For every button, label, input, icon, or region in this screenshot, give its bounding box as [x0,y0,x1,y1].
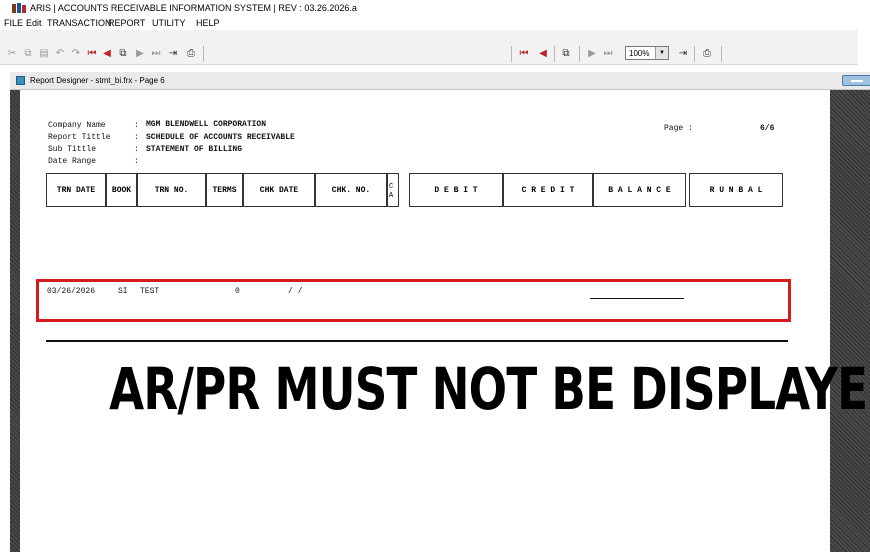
toolbar-separator [579,46,580,62]
designer-title-bar: Report Designer - stmt_bi.frx - Page 6 [10,72,870,90]
toolbar-separator [554,46,555,62]
menu-file[interactable]: FILE [4,18,23,28]
report-title-label: Report Tittle [48,133,111,142]
column-header-debit: D E B I T [409,173,503,207]
report-title-value: SCHEDULE OF ACCOUNTS RECEIVABLE [146,133,295,142]
print-icon[interactable]: ⎙ [700,47,714,61]
multi-page-icon[interactable]: ⧉ [560,47,572,61]
undo-icon[interactable]: ↶ [54,47,66,61]
toolbar-separator [203,46,204,62]
column-header-credit: C R E D I T [503,173,593,207]
copy-icon[interactable]: ⧉ [22,47,34,61]
menu-transaction[interactable]: TRANSACTION [47,18,112,28]
column-header-balance: B A L A N C E [593,173,686,207]
detail-trn-no: TEST [140,287,160,296]
column-header-ca: C A [387,173,399,207]
zoom-select[interactable]: 100% ▼ [625,46,669,60]
first-page-icon[interactable]: ⏮ [86,47,98,61]
subtitle-value: STATEMENT OF BILLING [146,145,243,154]
column-header-terms: TERMS [206,173,243,207]
detail-trn-date: 03/26/2026 [47,287,96,296]
colon: : [134,121,139,130]
zoom-value: 100% [629,49,650,58]
first-page-icon[interactable]: ⏮ [518,47,530,61]
page-number: 6/6 [760,124,775,133]
title-bar: ARIS | ACCOUNTS RECEIVABLE INFORMATION S… [0,0,870,16]
menu-edit[interactable]: Edit [26,18,42,28]
exit-icon[interactable]: ⇥ [166,47,180,61]
detail-book: SI [118,287,128,296]
page-label: Page : [664,124,693,133]
report-icon [16,76,25,85]
date-range-label: Date Range [48,157,97,166]
next-page-icon[interactable]: ▶ [134,47,146,61]
designer-title: Report Designer - stmt_bi.frx - Page 6 [30,76,165,85]
column-header-runbal: R U N B A L [689,173,783,207]
menu-utility[interactable]: UTILITY [152,18,186,28]
redo-icon[interactable]: ↷ [70,47,82,61]
next-page-icon[interactable]: ▶ [586,47,598,61]
toolbar-separator [694,46,695,62]
app-icon [12,3,26,13]
cut-icon[interactable]: ✂ [6,47,18,61]
print-icon[interactable]: ⎙ [184,47,198,61]
company-label: Company Name [48,121,106,130]
paste-icon[interactable]: ▤ [38,47,50,61]
report-page: Company Name : MGM BLENDWELL CORPORATION… [20,90,870,552]
minimize-button[interactable] [842,75,870,86]
column-header-chk-date: CHK DATE [243,173,315,207]
detail-terms: 0 [235,287,240,296]
column-header-trn-no: TRN NO. [137,173,206,207]
last-page-icon[interactable]: ⏭ [602,47,614,61]
subtitle-label: Sub Tittle [48,145,97,154]
column-header-book: BOOK [106,173,137,207]
prev-page-icon[interactable]: ◀ [537,47,549,61]
highlighted-detail-band [36,279,791,322]
horizontal-rule [46,340,788,342]
last-page-icon[interactable]: ⏭ [150,47,162,61]
chevron-down-icon[interactable]: ▼ [655,47,668,59]
ca-bottom-letter: A [389,192,394,200]
warning-banner: AR/PR MUST NOT BE DISPLAYED [109,355,870,423]
exit-icon[interactable]: ⇥ [676,47,690,61]
toolbar-separator [511,46,512,62]
menu-report[interactable]: REPORT [108,18,145,28]
menu-bar: FILE Edit TRANSACTION REPORT UTILITY HEL… [0,16,870,30]
multi-page-icon[interactable]: ⧉ [117,47,129,61]
colon: : [134,157,139,166]
detail-chk-date: / / [288,287,303,296]
column-header-chk-no: CHK. NO. [315,173,387,207]
prev-page-icon[interactable]: ◀ [101,47,113,61]
colon: : [134,145,139,154]
ca-top-letter: C [389,183,394,191]
balance-underline [590,298,684,299]
column-header-trn-date: TRN DATE [46,173,106,207]
toolbar-separator [721,46,722,62]
menu-help[interactable]: HELP [196,18,220,28]
colon: : [134,133,139,142]
company-value: MGM BLENDWELL CORPORATION [146,120,267,129]
window-title: ARIS | ACCOUNTS RECEIVABLE INFORMATION S… [30,3,357,13]
